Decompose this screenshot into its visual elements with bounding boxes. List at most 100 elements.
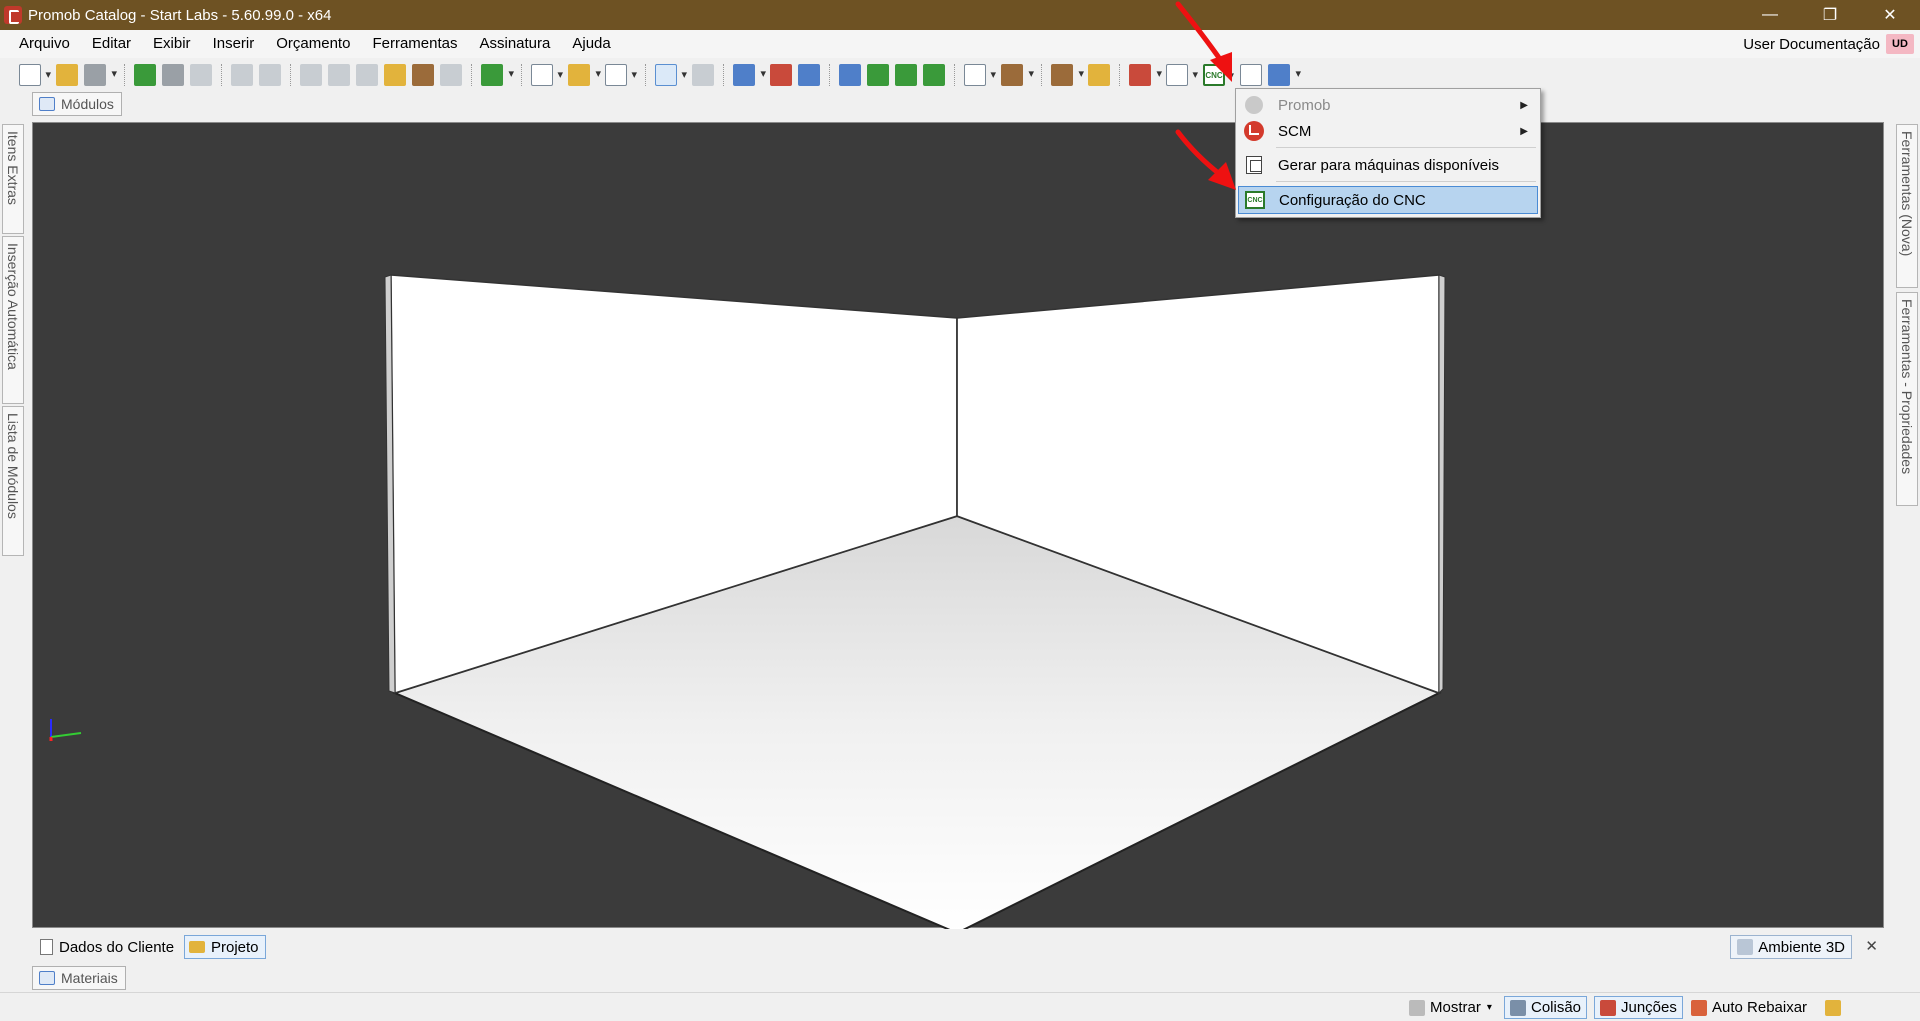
delete-icon[interactable] xyxy=(440,64,462,86)
3d-viewport[interactable] xyxy=(32,122,1884,929)
shape-icon[interactable] xyxy=(605,64,637,86)
toolbar-separator xyxy=(1041,64,1042,86)
colisao-toggle[interactable]: Colisão xyxy=(1504,996,1588,1019)
box-icon[interactable] xyxy=(1001,64,1034,86)
price-icon[interactable] xyxy=(481,64,514,86)
blocks-icon[interactable] xyxy=(568,64,601,86)
menu-item-scm-label: SCM xyxy=(1278,122,1312,140)
open-folder-icon[interactable] xyxy=(56,64,78,86)
mostrar-dropdown[interactable]: Mostrar ▾ xyxy=(1404,996,1497,1019)
right-wall-edge xyxy=(1438,274,1446,695)
modules-icon xyxy=(39,97,55,111)
perspective-icon[interactable] xyxy=(964,64,996,86)
main-toolbar: CNC xyxy=(0,58,1920,92)
room-3d-scene xyxy=(49,274,1446,929)
redo-icon[interactable] xyxy=(259,64,281,86)
juncoes-toggle[interactable]: Junções xyxy=(1594,996,1683,1019)
user-avatar[interactable]: UD xyxy=(1886,34,1914,54)
machining-icon[interactable] xyxy=(1129,64,1162,86)
left-side-panel: Itens Extras Inserção Automática Lista d… xyxy=(0,124,26,564)
annotation-arrow-icon xyxy=(1175,1,1232,82)
tab-modulos-label: Módulos xyxy=(61,96,114,112)
new-file-icon[interactable] xyxy=(19,64,51,86)
collision-icon xyxy=(1510,999,1526,1016)
maximize-button[interactable]: ❐ xyxy=(1800,0,1860,30)
close-button[interactable]: ✕ xyxy=(1860,0,1920,30)
undo-icon[interactable] xyxy=(231,64,253,86)
layers-icon[interactable] xyxy=(733,64,766,86)
cut-icon[interactable] xyxy=(300,64,322,86)
view-layout-icon[interactable] xyxy=(531,64,563,86)
toolbar-separator xyxy=(1119,64,1120,86)
tab-materiais-label: Materiais xyxy=(61,970,118,986)
menu-item-configuracao-label: Configuração do CNC xyxy=(1279,191,1426,209)
auto-rebaixar-toggle[interactable]: Auto Rebaixar xyxy=(1686,996,1812,1019)
menu-arquivo[interactable]: Arquivo xyxy=(8,30,81,58)
tab-lista-de-modulos-label: Lista de Módulos xyxy=(5,413,21,519)
arrow-right-icon[interactable] xyxy=(923,64,945,86)
menu-ferramentas[interactable]: Ferramentas xyxy=(361,30,468,58)
tab-ferramentas-nova[interactable]: Ferramentas (Nova) xyxy=(1896,124,1918,288)
eye-icon[interactable] xyxy=(839,64,861,86)
menu-assinatura[interactable]: Assinatura xyxy=(468,30,561,58)
tab-ambiente-3d[interactable]: Ambiente 3D xyxy=(1730,935,1852,959)
annotation-arrow-icon xyxy=(1175,129,1236,190)
copy-icon[interactable] xyxy=(328,64,350,86)
print-icon[interactable] xyxy=(190,64,212,86)
settings-tool[interactable] xyxy=(1820,996,1851,1019)
toolbar-separator xyxy=(290,64,291,86)
minimize-button[interactable]: — xyxy=(1740,0,1800,30)
close-tab-icon[interactable]: ✕ xyxy=(1865,937,1878,955)
arrow-left-icon[interactable] xyxy=(895,64,917,86)
menu-ajuda[interactable]: Ajuda xyxy=(561,30,621,58)
view-3d-icon[interactable] xyxy=(798,64,820,86)
measure-icon[interactable] xyxy=(692,64,714,86)
select-cursor-icon[interactable] xyxy=(655,64,687,86)
menu-orcamento[interactable]: Orçamento xyxy=(265,30,361,58)
menu-editar[interactable]: Editar xyxy=(81,30,142,58)
refresh-icon[interactable] xyxy=(867,64,889,86)
menu-inserir[interactable]: Inserir xyxy=(202,30,266,58)
wrench-icon xyxy=(1825,999,1841,1016)
render-icon[interactable] xyxy=(134,64,156,86)
menu-item-scm[interactable]: SCM ▶ xyxy=(1238,117,1538,145)
paste-icon[interactable] xyxy=(356,64,378,86)
tab-insercao-automatica-label: Inserção Automática xyxy=(5,243,21,370)
save-icon[interactable] xyxy=(84,64,117,86)
user-name[interactable]: User Documentação xyxy=(1743,36,1880,53)
promob-app-icon xyxy=(4,6,22,24)
lamp-icon[interactable] xyxy=(1051,64,1084,86)
menu-item-gerar-maquinas[interactable]: Gerar para máquinas disponíveis xyxy=(1238,151,1538,179)
paint-roller-icon[interactable] xyxy=(412,64,434,86)
menu-separator xyxy=(1276,147,1536,148)
toolbar-separator xyxy=(471,64,472,86)
tab-insercao-automatica[interactable]: Inserção Automática xyxy=(2,236,24,404)
factory-icon[interactable] xyxy=(1268,64,1301,86)
tab-dados-label: Dados do Cliente xyxy=(59,938,175,956)
top-tab-strip: Módulos xyxy=(0,92,1920,118)
document-icon xyxy=(40,939,53,955)
door-icon[interactable] xyxy=(770,64,792,86)
tab-lista-de-modulos[interactable]: Lista de Módulos xyxy=(2,406,24,556)
toolbar-separator xyxy=(124,64,125,86)
menu-item-promob[interactable]: Promob ▶ xyxy=(1238,91,1538,119)
menu-item-configuracao-cnc[interactable]: CNC Configuração do CNC xyxy=(1238,186,1538,214)
cnc-dropdown-menu: Promob ▶ SCM ▶ Gerar para máquinas dispo… xyxy=(1235,88,1541,218)
submenu-arrow-icon: ▶ xyxy=(1520,99,1528,111)
tab-projeto[interactable]: Projeto xyxy=(184,935,266,959)
toolbar-separator xyxy=(954,64,955,86)
toolbar-separator xyxy=(829,64,830,86)
tab-ferramentas-nova-label: Ferramentas (Nova) xyxy=(1899,131,1915,257)
menu-exibir[interactable]: Exibir xyxy=(142,30,202,58)
status-bar: Mostrar ▾ Colisão Junções Auto Rebaixar xyxy=(0,992,1920,1021)
tab-ferramentas-propriedades[interactable]: Ferramentas - Propriedades xyxy=(1896,292,1918,506)
auto-rebaixar-label: Auto Rebaixar xyxy=(1712,999,1808,1016)
tab-ambiente-3d-label: Ambiente 3D xyxy=(1758,938,1845,956)
light-bulb-icon[interactable] xyxy=(1088,64,1110,86)
tab-modulos[interactable]: Módulos xyxy=(32,92,122,116)
hammer-icon[interactable] xyxy=(384,64,406,86)
tab-materiais[interactable]: Materiais xyxy=(32,966,126,990)
print-preview-icon[interactable] xyxy=(162,64,184,86)
tab-dados-do-cliente[interactable]: Dados do Cliente xyxy=(36,935,180,959)
tab-itens-extras[interactable]: Itens Extras xyxy=(2,124,24,234)
